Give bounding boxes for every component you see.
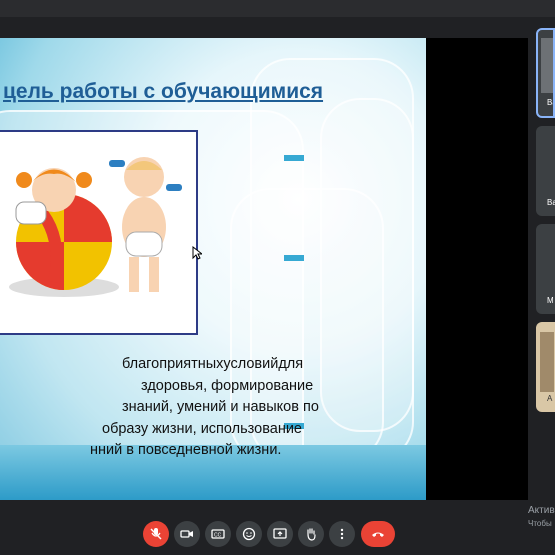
slide: цель работы с обучающимися благоприятных… bbox=[0, 38, 426, 500]
participant-video bbox=[540, 332, 554, 392]
raise-hand-button[interactable] bbox=[298, 521, 324, 547]
word: благоприятных bbox=[122, 356, 224, 372]
participant-name: А bbox=[547, 394, 553, 403]
camera-icon bbox=[180, 530, 193, 538]
slide-title: цель работы с обучающимися bbox=[3, 80, 324, 103]
raise-hand-icon bbox=[307, 528, 316, 541]
end-call-button[interactable] bbox=[361, 521, 395, 547]
decor-bar bbox=[284, 155, 304, 161]
emoji-icon bbox=[242, 527, 256, 541]
body-line: здоровья, формирование bbox=[141, 377, 314, 394]
camera-toggle-button[interactable] bbox=[174, 521, 200, 547]
participant-tile[interactable]: Ва bbox=[536, 126, 555, 216]
participant-name: Ва bbox=[547, 198, 555, 207]
slide-body-text: благоприятных условий для здоровья, форм… bbox=[0, 354, 319, 462]
present-icon bbox=[273, 528, 287, 539]
participant-video bbox=[541, 38, 553, 93]
participant-tile[interactable]: М bbox=[536, 224, 555, 314]
body-line: нний в повседневной жизни. bbox=[90, 442, 282, 458]
captions-button[interactable]: CC bbox=[205, 521, 231, 547]
end-call-icon bbox=[372, 532, 384, 537]
captions-icon: CC bbox=[211, 529, 225, 539]
participant-name: Ва bbox=[547, 98, 553, 107]
call-toolbar: CC bbox=[0, 521, 555, 551]
participant-tile[interactable]: Ва bbox=[536, 28, 555, 118]
participant-name: М bbox=[547, 296, 554, 305]
top-bar bbox=[0, 0, 555, 17]
more-options-button[interactable] bbox=[329, 521, 355, 547]
body-line: знаний, умений и навыков по bbox=[122, 399, 319, 415]
more-icon bbox=[340, 528, 344, 540]
present-button[interactable] bbox=[267, 521, 293, 547]
participant-tile[interactable]: А bbox=[536, 322, 555, 412]
svg-text:CC: CC bbox=[214, 533, 222, 539]
presentation-stage: цель работы с обучающимися благоприятных… bbox=[0, 38, 528, 500]
mic-off-icon bbox=[150, 528, 162, 540]
mic-toggle-button[interactable] bbox=[143, 521, 169, 547]
mouse-cursor-icon bbox=[192, 246, 202, 260]
children-playing-picture bbox=[9, 157, 182, 297]
body-line: благоприятных условий для bbox=[0, 354, 303, 376]
body-line: образу жизни, использование bbox=[102, 420, 302, 437]
activation-watermark: Актив bbox=[528, 505, 555, 516]
word: условий bbox=[223, 356, 279, 372]
reactions-button[interactable] bbox=[236, 521, 262, 547]
decor-bar bbox=[284, 255, 304, 261]
word: для bbox=[278, 356, 304, 372]
children-illustration bbox=[0, 130, 198, 335]
